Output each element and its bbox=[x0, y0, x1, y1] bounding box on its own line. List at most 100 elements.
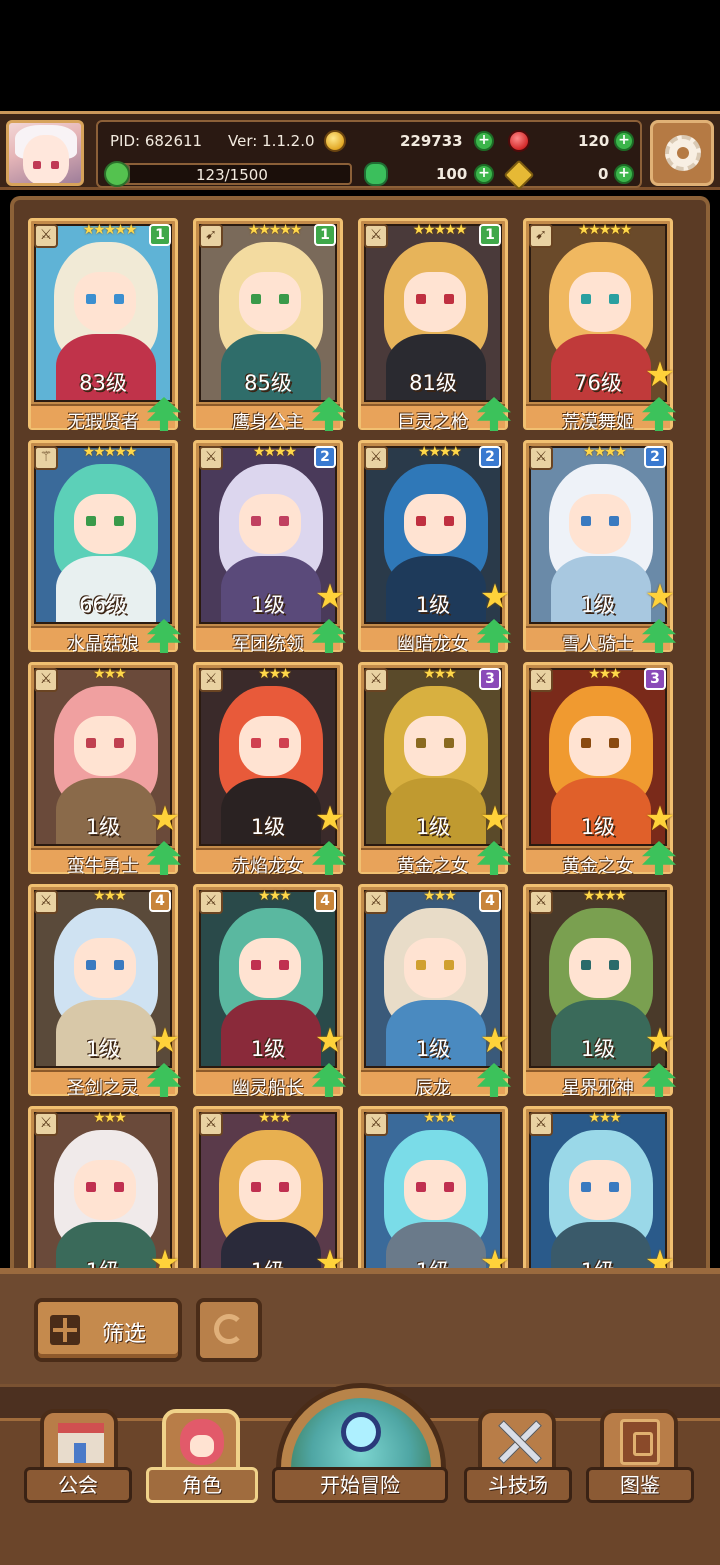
star-rating: ★★★★★ bbox=[247, 222, 303, 238]
nav-guild-label: 公会 bbox=[24, 1467, 132, 1503]
filter-label: 筛选 bbox=[102, 1322, 147, 1347]
star-upgrade-icon: ★ bbox=[644, 799, 676, 839]
star-rating: ★★★★ bbox=[252, 444, 297, 460]
character-card[interactable]: ⚔ ★★★ 3 1级 黄金之女 ★ bbox=[523, 662, 676, 877]
refresh-icon bbox=[214, 1314, 244, 1344]
rank-badge: 2 bbox=[644, 446, 666, 468]
character-card[interactable]: ⚔ ★★★★ 1级 星界邪神 ★ bbox=[523, 884, 676, 1099]
character-card[interactable]: ⚔★★★1级★ bbox=[193, 1106, 345, 1276]
star-rating: ★★★★★ bbox=[412, 222, 468, 238]
character-card[interactable]: ⚔★★★1级★ bbox=[358, 1106, 510, 1276]
filter-button[interactable]: 筛选 bbox=[34, 1298, 182, 1362]
exp-text: 123/1500 bbox=[196, 166, 268, 184]
exp-bar: 123/1500 bbox=[104, 161, 352, 187]
star-rating: ★★★ bbox=[588, 1110, 622, 1126]
star-rating: ★★★ bbox=[423, 888, 457, 904]
character-card[interactable]: ⚔ ★★★★ 2 1级 雪人骑士 ★ bbox=[523, 440, 676, 655]
character-level: 83级 bbox=[79, 371, 127, 395]
star-upgrade-icon: ★ bbox=[314, 799, 346, 839]
star-upgrade-icon: ★ bbox=[149, 1021, 181, 1061]
weapon-class-icon: ⚔ bbox=[529, 1112, 553, 1136]
character-card[interactable]: ⚔★★★1级★ bbox=[523, 1106, 675, 1276]
character-card[interactable]: ⚔★★★1级★ bbox=[28, 1106, 180, 1276]
character-level: 85级 bbox=[244, 371, 292, 395]
weapon-class-icon: ⚔ bbox=[364, 1112, 388, 1136]
character-level: 66级 bbox=[79, 593, 127, 617]
rank-badge: 3 bbox=[644, 668, 666, 690]
star-upgrade-icon: ★ bbox=[149, 799, 181, 839]
star-upgrade-icon: ★ bbox=[314, 1021, 346, 1061]
add-key-button[interactable]: + bbox=[614, 164, 634, 184]
weapon-class-icon: ⚔ bbox=[34, 668, 58, 692]
star-upgrade-icon: ★ bbox=[314, 577, 346, 617]
star-upgrade-icon: ★ bbox=[479, 799, 511, 839]
star-rating: ★★★ bbox=[258, 888, 292, 904]
weapon-class-icon: ⚔ bbox=[364, 446, 388, 470]
character-card[interactable]: ⚔ ★★★ 1级 蛮牛勇士 ★ bbox=[28, 662, 181, 877]
grid-icon bbox=[50, 1315, 80, 1345]
bottom-navigation: 公会 角色 开始冒险 斗技场 图鉴 bbox=[0, 1383, 720, 1565]
star-upgrade-icon: ★ bbox=[644, 577, 676, 617]
character-icon bbox=[162, 1409, 240, 1475]
exp-gem-icon bbox=[104, 161, 130, 187]
character-card[interactable]: ⚔ ★★★★★ 1 83级 无瑕贤者 bbox=[28, 218, 181, 433]
star-upgrade-icon: ★ bbox=[644, 355, 676, 395]
character-card[interactable]: ➹ ★★★★★ 1 85级 鹰身公主 bbox=[193, 218, 346, 433]
weapon-class-icon: ⚔ bbox=[34, 224, 58, 248]
weapon-class-icon: ⚔ bbox=[529, 890, 553, 914]
weapon-class-icon: ⚔ bbox=[199, 890, 223, 914]
weapon-class-icon: ⚔ bbox=[364, 890, 388, 914]
rank-badge: 1 bbox=[314, 224, 336, 246]
gem-amount: 120 bbox=[578, 132, 610, 150]
filter-panel: 筛选 bbox=[0, 1268, 720, 1390]
character-card[interactable]: ⚔ ★★★★★ 1 81级 巨灵之枪 bbox=[358, 218, 511, 433]
book-icon bbox=[600, 1409, 678, 1475]
add-clover-button[interactable]: + bbox=[474, 164, 494, 184]
add-gold-button[interactable]: + bbox=[474, 131, 494, 151]
star-upgrade-icon: ★ bbox=[644, 1021, 676, 1061]
add-gem-button[interactable]: + bbox=[614, 131, 634, 151]
key-amount: 0 bbox=[598, 165, 609, 183]
weapon-class-icon: ⚔ bbox=[199, 446, 223, 470]
character-card[interactable]: ⚔ ★★★★ 2 1级 军团统领 ★ bbox=[193, 440, 346, 655]
clover-amount: 100 bbox=[436, 165, 468, 183]
weapon-class-icon: ⚚ bbox=[34, 446, 58, 470]
player-avatar[interactable] bbox=[6, 120, 84, 186]
star-rating: ★★★ bbox=[423, 666, 457, 682]
star-rating: ★★★★ bbox=[417, 444, 462, 460]
key-icon bbox=[503, 159, 535, 191]
refresh-button[interactable] bbox=[196, 1298, 262, 1362]
character-card[interactable]: ⚚ ★★★★★ 66级 水晶菇娘 bbox=[28, 440, 181, 655]
character-card[interactable]: ⚔ ★★★ 4 1级 辰龙 ★ bbox=[358, 884, 511, 1099]
character-card[interactable]: ⚔ ★★★ 4 1级 幽灵船长 ★ bbox=[193, 884, 346, 1099]
character-card[interactable]: ⚔ ★★★★ 2 1级 幽暗龙女 ★ bbox=[358, 440, 511, 655]
rank-badge: 4 bbox=[479, 890, 501, 912]
weapon-class-icon: ➹ bbox=[529, 224, 553, 248]
settings-button[interactable] bbox=[650, 120, 714, 186]
gear-icon bbox=[665, 135, 701, 171]
weapon-class-icon: ⚔ bbox=[364, 668, 388, 692]
star-rating: ★★★ bbox=[258, 1110, 292, 1126]
magnifier-icon bbox=[341, 1412, 381, 1452]
star-rating: ★★★★★ bbox=[577, 222, 633, 238]
rank-badge: 4 bbox=[314, 890, 336, 912]
weapon-class-icon: ⚔ bbox=[34, 1112, 58, 1136]
star-rating: ★★★ bbox=[423, 1110, 457, 1126]
crossed-swords-icon bbox=[478, 1409, 556, 1475]
weapon-class-icon: ⚔ bbox=[199, 668, 223, 692]
weapon-class-icon: ⚔ bbox=[34, 890, 58, 914]
player-info-panel: PID: 682611 Ver: 1.1.2.0 229733 + 120 + … bbox=[96, 120, 642, 191]
character-card[interactable]: ⚔ ★★★ 3 1级 黄金之女 ★ bbox=[358, 662, 511, 877]
weapon-class-icon: ⚔ bbox=[364, 224, 388, 248]
character-card[interactable]: ⚔ ★★★ 4 1级 圣剑之灵 ★ bbox=[28, 884, 181, 1099]
character-card-grid[interactable]: ⚔ ★★★★★ 1 83级 无瑕贤者 ➹ ★★★★★ 1 85级 鹰身公主 ⚔ ★★★★★ 1 81级 巨灵… bbox=[10, 196, 710, 1276]
star-rating: ★★★★ bbox=[582, 444, 627, 460]
weapon-class-icon: ⚔ bbox=[529, 668, 553, 692]
star-rating: ★★★ bbox=[93, 1110, 127, 1126]
rank-badge: 4 bbox=[149, 890, 171, 912]
top-status-bar: PID: 682611 Ver: 1.1.2.0 229733 + 120 + … bbox=[0, 111, 720, 191]
character-card[interactable]: ➹ ★★★★★ 76级 荒漠舞姬 ★ bbox=[523, 218, 676, 433]
character-level: 81级 bbox=[409, 371, 457, 395]
character-card[interactable]: ⚔ ★★★ 1级 赤焰龙女 ★ bbox=[193, 662, 346, 877]
ruby-gem-icon bbox=[508, 130, 530, 152]
